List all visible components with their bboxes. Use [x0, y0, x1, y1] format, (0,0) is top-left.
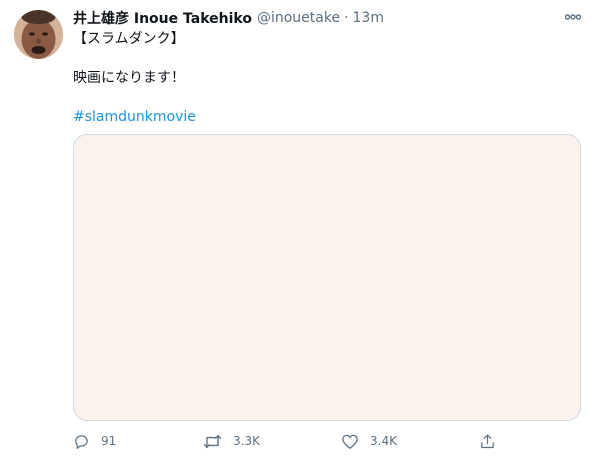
- reply-count: 91: [101, 434, 117, 448]
- avatar-image: [14, 10, 63, 59]
- share-icon: [479, 433, 496, 450]
- tweet-media[interactable]: [73, 134, 581, 421]
- more-icon[interactable]: [564, 10, 582, 24]
- reply-button[interactable]: 91: [73, 430, 116, 452]
- like-button[interactable]: 3.4K: [341, 430, 397, 452]
- retweet-count: 3.3K: [233, 434, 260, 448]
- tweet-text-line-1: 【スラムダンク】: [73, 31, 185, 47]
- user-handle[interactable]: @inouetake: [257, 10, 340, 26]
- tweet-content: 井上雄彦 Inoue Takehiko @inouetake · 13m 【スラ…: [73, 8, 582, 449]
- tweet-header: 井上雄彦 Inoue Takehiko @inouetake · 13m: [73, 8, 582, 28]
- tweet-actions: 91 3.3K 3.4K: [73, 430, 503, 452]
- header-separator: ·: [344, 10, 349, 26]
- like-icon: [341, 433, 359, 450]
- like-count: 3.4K: [370, 434, 397, 448]
- reply-icon: [73, 433, 90, 450]
- avatar[interactable]: [14, 10, 63, 59]
- tweet-timestamp[interactable]: 13m: [353, 10, 384, 26]
- share-button[interactable]: [479, 430, 496, 452]
- retweet-icon: [203, 433, 222, 450]
- hashtag-link[interactable]: #slamdunkmovie: [73, 108, 196, 127]
- display-name[interactable]: 井上雄彦 Inoue Takehiko: [73, 8, 252, 28]
- tweet[interactable]: 井上雄彦 Inoue Takehiko @inouetake · 13m 【スラ…: [0, 0, 594, 458]
- retweet-button[interactable]: 3.3K: [203, 430, 260, 452]
- tweet-text-line-2: 映画になります！: [73, 70, 185, 86]
